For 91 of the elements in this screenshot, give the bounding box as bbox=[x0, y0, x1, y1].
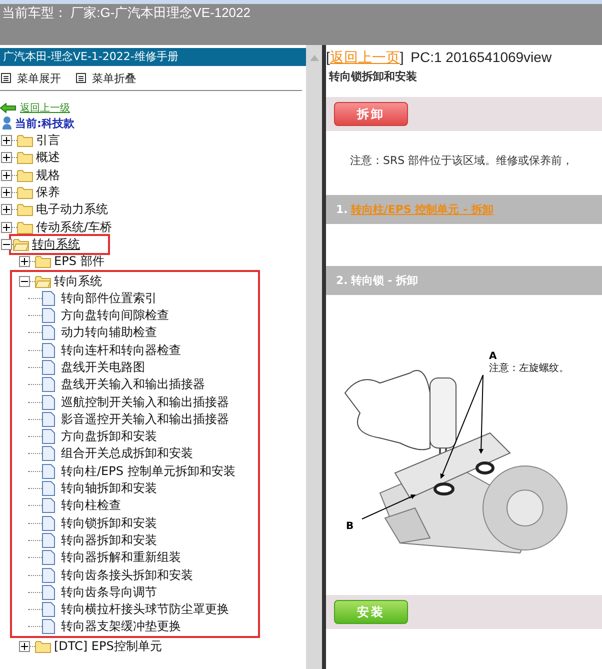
step-number: 1. bbox=[336, 203, 348, 216]
document-icon bbox=[42, 360, 55, 375]
folder-icon bbox=[35, 255, 51, 268]
current-model: 当前:科技款 bbox=[15, 116, 74, 130]
collapse-icon[interactable] bbox=[1, 238, 12, 250]
tree-item[interactable]: 盘线开关电路图 bbox=[61, 359, 145, 376]
menu-action[interactable]: 菜单展开 bbox=[17, 70, 61, 86]
callout-note: 注意：左旋螺纹。 bbox=[489, 362, 569, 375]
callout-label: A bbox=[489, 351, 497, 362]
tree-item[interactable]: 转向轴拆卸和安装 bbox=[61, 480, 157, 498]
tree-item[interactable]: 转向器拆卸和安装 bbox=[61, 532, 157, 549]
expand-icon[interactable] bbox=[19, 256, 30, 268]
document-icon bbox=[42, 325, 55, 340]
back-arrow-icon bbox=[0, 102, 16, 112]
tree-item[interactable]: EPS 部件 bbox=[54, 253, 104, 270]
bracket: ] bbox=[400, 49, 404, 65]
document-icon bbox=[42, 446, 55, 462]
user-icon bbox=[2, 116, 12, 130]
tree-item[interactable]: 引言 bbox=[36, 132, 60, 150]
tree-item[interactable]: 规格 bbox=[36, 166, 60, 184]
folder-icon bbox=[35, 274, 51, 288]
document-icon bbox=[42, 290, 55, 306]
document-icon bbox=[42, 429, 55, 444]
expand-icon[interactable] bbox=[1, 204, 12, 216]
expand-icon[interactable] bbox=[1, 135, 12, 146]
menu-icon bbox=[76, 73, 86, 83]
tree-item[interactable]: 转向系统 bbox=[54, 272, 102, 290]
scrollbar[interactable] bbox=[306, 45, 322, 669]
expand-icon[interactable] bbox=[1, 222, 12, 233]
document-icon bbox=[42, 602, 55, 618]
tree-item[interactable]: 动力转向辅助检查 bbox=[61, 324, 157, 342]
tree-item[interactable]: 传动系统/车桥 bbox=[36, 218, 112, 236]
document-icon bbox=[42, 412, 55, 427]
page-title: 转向锁拆卸和安装 bbox=[328, 69, 418, 85]
page-code: PC:1 2016541069view bbox=[410, 49, 552, 65]
folder-icon bbox=[17, 186, 33, 200]
tree-item[interactable]: 转向横拉杆接头球节防尘罩更换 bbox=[61, 601, 229, 618]
tree-item[interactable]: 转向齿条导向调节 bbox=[61, 584, 157, 601]
tree-item[interactable]: 转向连杆和转向器检查 bbox=[61, 342, 181, 359]
expand-icon[interactable] bbox=[1, 152, 12, 164]
tree-item[interactable]: 电子动力系统 bbox=[36, 201, 108, 218]
tree-item[interactable]: 保养 bbox=[36, 184, 60, 202]
document-icon bbox=[42, 619, 55, 634]
folder-icon bbox=[13, 238, 29, 251]
tree-item[interactable]: 影音遥控开关输入和输出插接器 bbox=[61, 410, 229, 428]
folder-icon bbox=[17, 203, 33, 216]
tree-item[interactable]: 巡航控制开关输入和输出插接器 bbox=[61, 394, 229, 411]
expand-icon[interactable] bbox=[1, 187, 12, 198]
document-icon bbox=[42, 498, 55, 514]
menu-action[interactable]: 菜单折叠 bbox=[92, 70, 136, 86]
document-icon bbox=[42, 308, 55, 324]
manual-title: 广汽本田-理念VE-1-2022-维修手册 bbox=[0, 48, 306, 66]
document-icon bbox=[42, 532, 55, 548]
tree-item[interactable]: 转向器拆解和重新组装 bbox=[61, 549, 181, 566]
tree-item[interactable]: 转向系统 bbox=[32, 236, 80, 253]
tree-item[interactable]: [DTC] EPS控制单元 bbox=[54, 638, 162, 655]
tree-item[interactable]: 转向齿条接头拆卸和安装 bbox=[61, 566, 193, 584]
expand-icon[interactable] bbox=[1, 170, 12, 181]
folder-icon bbox=[17, 134, 33, 148]
document-icon bbox=[42, 377, 55, 392]
document-icon bbox=[42, 550, 55, 566]
tree-item[interactable]: 方向盘转向间隙检查 bbox=[61, 307, 169, 324]
document-icon bbox=[42, 516, 55, 531]
tree-item[interactable]: 方向盘拆卸和安装 bbox=[61, 428, 157, 446]
tree-item[interactable]: 概述 bbox=[36, 149, 60, 166]
back-link[interactable]: 返回上一级 bbox=[20, 100, 70, 114]
document-icon bbox=[42, 342, 55, 358]
document-icon bbox=[42, 568, 55, 583]
document-icon bbox=[42, 481, 55, 496]
tree-item[interactable]: 转向部件位置索引 bbox=[61, 290, 157, 307]
note-text: 注意：SRS 部件位于该区域。维修或保养前， bbox=[349, 153, 574, 169]
expand-icon[interactable] bbox=[19, 640, 30, 652]
step-number: 2. bbox=[336, 274, 348, 287]
tree-item[interactable]: 转向柱/EPS 控制单元拆卸和安装 bbox=[61, 462, 236, 480]
folder-icon bbox=[35, 640, 51, 653]
bracket: [ bbox=[326, 49, 330, 65]
tree-item[interactable]: 组合开关总成拆卸和安装 bbox=[61, 445, 193, 462]
document-icon bbox=[42, 394, 55, 410]
callout-label: B bbox=[346, 521, 354, 532]
document-icon bbox=[42, 464, 55, 479]
folder-icon bbox=[17, 168, 33, 182]
vehicle-title: 当前车型： 厂家:G-广汽本田理念VE-12022 bbox=[1, 4, 252, 22]
tree-item[interactable]: 盘线开关输入和输出插接器 bbox=[61, 376, 205, 394]
folder-icon bbox=[17, 151, 33, 164]
tree-item[interactable]: 转向柱检查 bbox=[61, 497, 121, 514]
document-icon bbox=[42, 584, 55, 600]
tree-item[interactable]: 转向器支架缓冲垫更换 bbox=[61, 618, 181, 636]
tree-item[interactable]: 转向锁拆卸和安装 bbox=[61, 514, 157, 532]
step-title: 转向锁 - 拆卸 bbox=[350, 273, 418, 288]
folder-icon bbox=[17, 220, 33, 234]
collapse-icon[interactable] bbox=[19, 276, 30, 287]
